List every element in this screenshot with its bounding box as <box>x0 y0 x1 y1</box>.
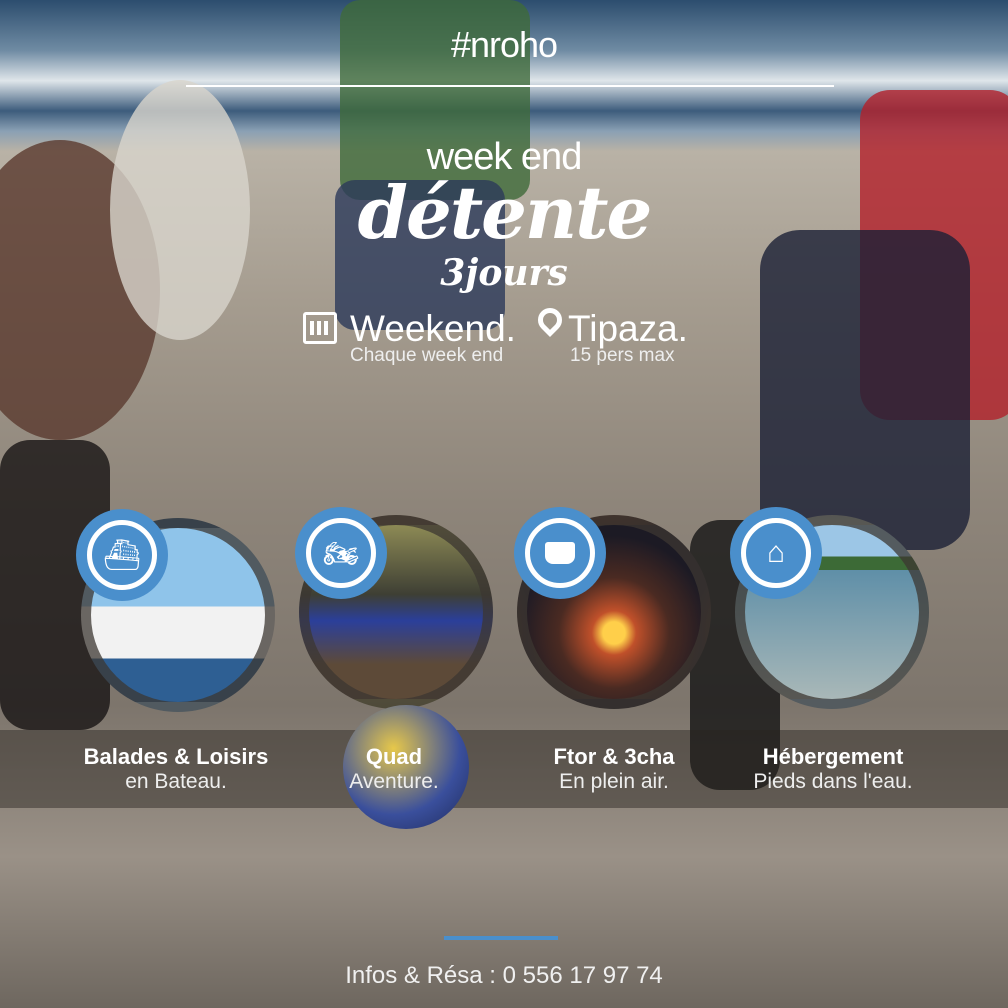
calendar-icon <box>303 312 337 344</box>
house-icon: ⌂ <box>730 507 822 599</box>
duration: 3jours <box>440 252 568 294</box>
activity-title: Balades & Loisirs <box>83 744 269 769</box>
page-title: détente <box>357 170 653 255</box>
info-when: Weekend. <box>350 308 516 349</box>
activity-sub: Pieds dans l'eau. <box>753 770 913 793</box>
info-when-sub: Chaque week end <box>350 345 504 366</box>
activity-sub: Aventure. <box>349 770 439 793</box>
activity-title: Hébergement <box>762 744 904 769</box>
hashtag: #nroho <box>450 24 558 65</box>
activity-sub: En plein air. <box>559 770 669 793</box>
activity-quad: Quad Aventure. <box>284 744 504 794</box>
boat-icon: ⛴ <box>76 509 168 601</box>
contact-info: Infos & Résa : 0 556 17 97 74 <box>345 962 663 989</box>
activity-boat: Balades & Loisirs en Bateau. <box>66 744 286 794</box>
activity-title: Quad <box>365 744 423 769</box>
activity-ftor: Ftor & 3cha En plein air. <box>504 744 724 794</box>
cooking-pot-icon <box>514 507 606 599</box>
activity-title: Ftor & 3cha <box>553 744 675 769</box>
quad-icon: 🏍 <box>295 507 387 599</box>
info-where-sub: 15 pers max <box>570 345 675 366</box>
accent-bar <box>444 936 558 940</box>
info-where: Tipaza. <box>568 308 688 349</box>
activity-hebergement: Hébergement Pieds dans l'eau. <box>723 744 943 794</box>
activity-sub: en Bateau. <box>125 770 227 793</box>
divider <box>186 85 834 87</box>
